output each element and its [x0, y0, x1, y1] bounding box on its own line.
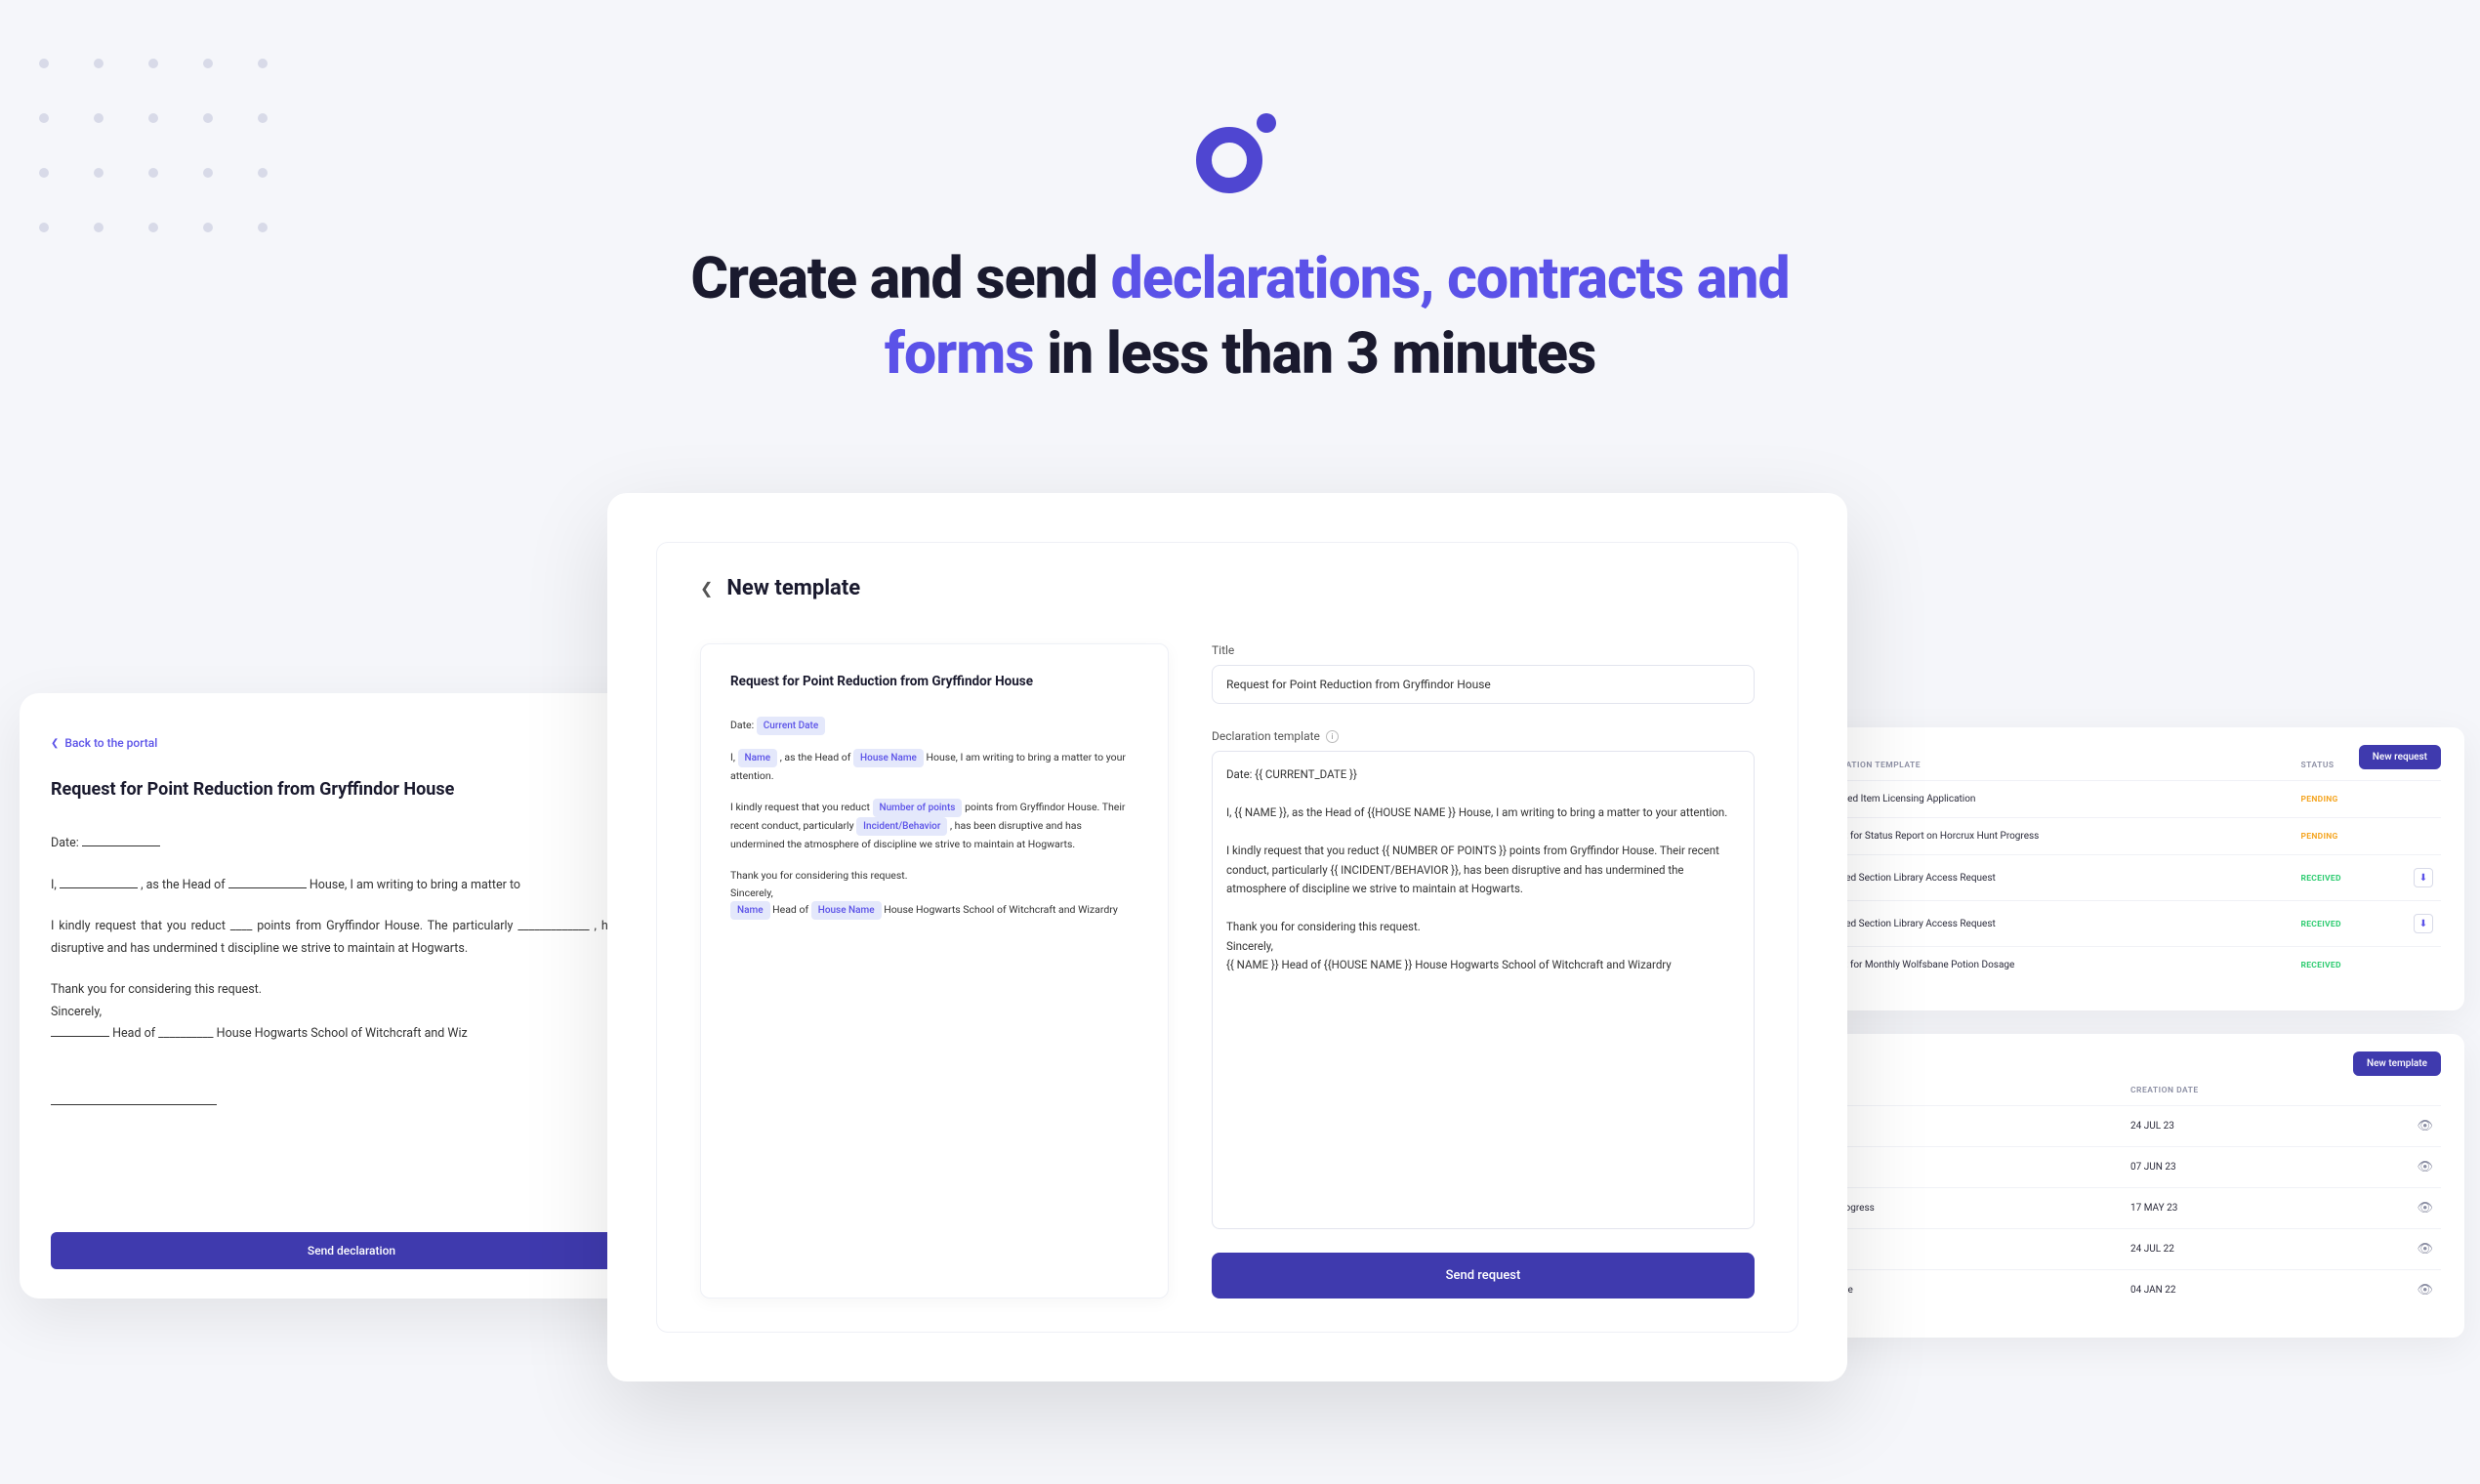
chip-incident: Incident/Behavior [856, 817, 947, 836]
table-row[interactable]: Restricted Section Library Access Reques… [1804, 855, 2441, 901]
chip-date: Current Date [757, 717, 825, 735]
template-textarea[interactable] [1212, 751, 1755, 1229]
templates-table-section: es New template CREATION DATE 24 JUL 23👁… [1781, 1034, 2464, 1338]
send-declaration-button[interactable]: Send declaration [51, 1232, 652, 1269]
template-editor-card: ❮ New template Request for Point Reducti… [607, 493, 1847, 1381]
tables-card: New request DECLARATION TEMPLATE STATUS … [1781, 727, 2464, 1333]
signature-line [51, 1104, 217, 1105]
title-label: Title [1212, 643, 1755, 657]
chip-points: Number of points [873, 799, 963, 817]
table-row[interactable]: n Dosage04 JAN 22👁 [1804, 1270, 2441, 1311]
table-row[interactable]: quest24 JUL 22👁 [1804, 1229, 2441, 1270]
preview-title: Request for Point Reduction from Gryffin… [730, 674, 1138, 689]
col-template: DECLARATION TEMPLATE [1804, 751, 2293, 781]
headline: Create and send declarations, contracts … [620, 242, 1860, 392]
new-request-button[interactable]: New request [2359, 745, 2441, 769]
chevron-left-icon: ❮ [51, 738, 59, 749]
table-row[interactable]: 07 JUN 23👁 [1804, 1147, 2441, 1188]
eye-icon[interactable]: 👁 [2417, 1119, 2433, 1134]
template-preview-pane: Request for Point Reduction from Gryffin… [700, 643, 1169, 1298]
table-row[interactable]: Request for Monthly Wolfsbane Potion Dos… [1804, 947, 2441, 984]
info-icon[interactable]: i [1326, 730, 1339, 743]
col-date: CREATION DATE [2123, 1076, 2409, 1106]
table-row[interactable]: Hunt Progress17 MAY 23👁 [1804, 1188, 2441, 1229]
send-request-button[interactable]: Send request [1212, 1253, 1755, 1298]
logo-icon [1196, 105, 1284, 193]
back-icon[interactable]: ❮ [700, 579, 713, 598]
templates-table: CREATION DATE 24 JUL 23👁07 JUN 23👁Hunt P… [1804, 1076, 2441, 1310]
eye-icon[interactable]: 👁 [2417, 1242, 2433, 1257]
eye-icon[interactable]: 👁 [2417, 1160, 2433, 1175]
title-input[interactable] [1212, 665, 1755, 704]
table-row[interactable]: Request for Status Report on Horcrux Hun… [1804, 818, 2441, 855]
download-icon[interactable]: ⬇ [2414, 868, 2433, 887]
template-form-pane: Title Declaration template i Send reques… [1212, 643, 1755, 1298]
table-row[interactable]: 24 JUL 23👁 [1804, 1106, 2441, 1147]
template-label: Declaration template i [1212, 729, 1755, 743]
eye-icon[interactable]: 👁 [2417, 1201, 2433, 1216]
declaration-preview-card: ❮ Back to the portal Request for Point R… [20, 693, 683, 1298]
new-template-button[interactable]: New template [2353, 1051, 2441, 1076]
eye-icon[interactable]: 👁 [2417, 1283, 2433, 1298]
requests-table-section: New request DECLARATION TEMPLATE STATUS … [1781, 727, 2464, 1010]
chip-name: Name [738, 749, 778, 767]
chip-house: House Name [853, 749, 924, 767]
table-row[interactable]: Enchanted Item Licensing ApplicationPEND… [1804, 781, 2441, 818]
requests-table: DECLARATION TEMPLATE STATUS Enchanted It… [1804, 751, 2441, 983]
editor-title: New template [726, 576, 860, 600]
decorative-dots [39, 59, 268, 232]
document-body: Date: I, , as the Head of House, I am wr… [51, 833, 652, 1105]
back-to-portal-link[interactable]: ❮ Back to the portal [51, 736, 652, 750]
download-icon[interactable]: ⬇ [2414, 914, 2433, 933]
hero: Create and send declarations, contracts … [620, 105, 1860, 392]
document-title: Request for Point Reduction from Gryffin… [51, 779, 652, 800]
table-row[interactable]: Restricted Section Library Access Reques… [1804, 901, 2441, 947]
